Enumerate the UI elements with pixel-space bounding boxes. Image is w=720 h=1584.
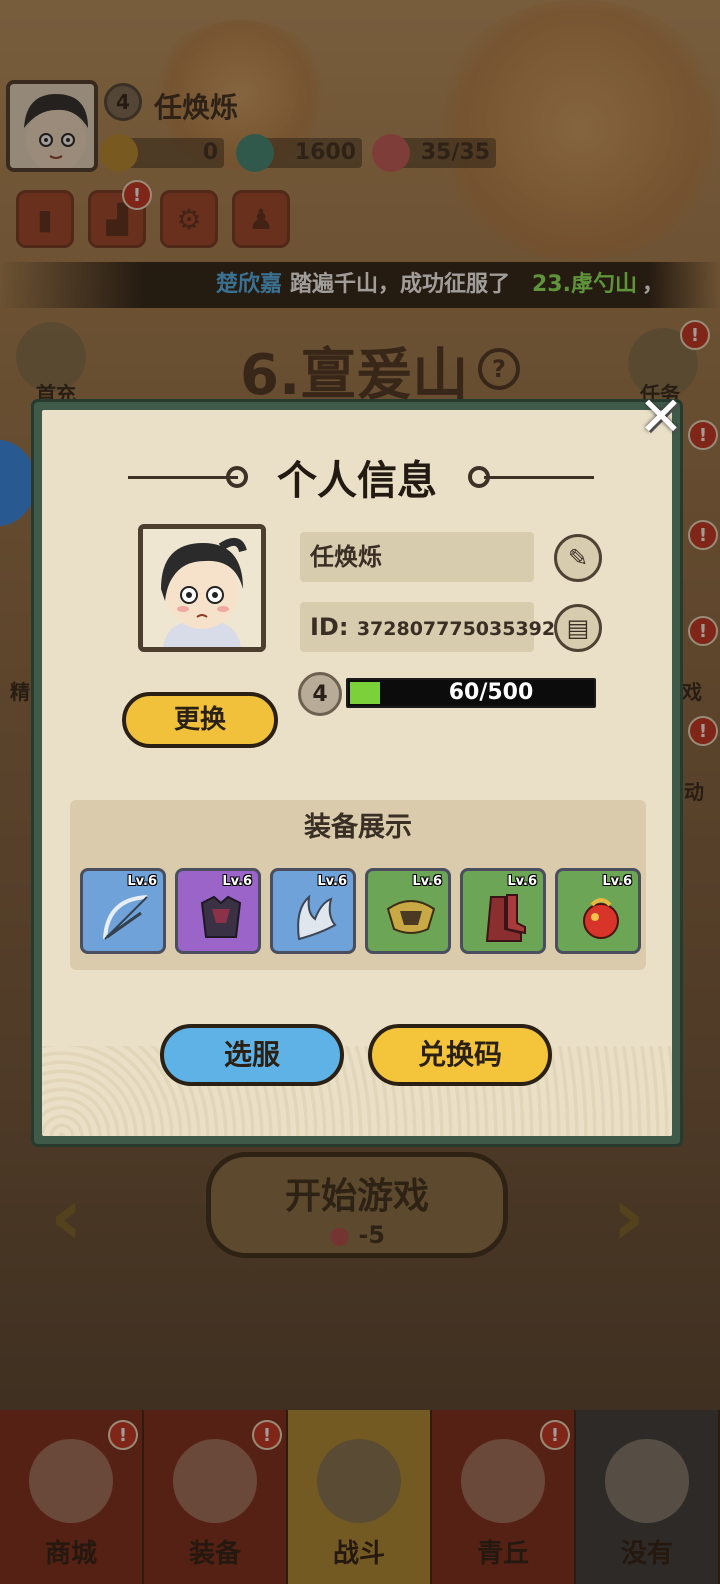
equipment-showcase-title: 装备展示 — [304, 812, 412, 843]
redeem-code-button[interactable]: 兑换码 — [368, 1024, 552, 1086]
edit-name-button[interactable]: ✎ — [554, 534, 602, 582]
profile-level-badge: 4 — [298, 672, 342, 716]
player-id-label: ID: — [310, 613, 349, 641]
pencil-icon: ✎ — [567, 544, 589, 572]
select-server-button[interactable]: 选服 — [160, 1024, 344, 1086]
armor-icon — [200, 895, 242, 938]
player-id-field: ID: 372807775035392 — [300, 602, 555, 652]
player-name-field: 任焕烁 — [300, 532, 534, 582]
equipment-showcase: 装备展示 Lv.6 Lv.6 Lv.6 Lv.6 Lv.6 Lv.6 — [70, 800, 646, 970]
change-avatar-button[interactable]: 更换 — [122, 692, 278, 748]
xp-progress-bar: 60/500 — [346, 678, 596, 708]
orb-icon — [583, 898, 619, 939]
profile-modal-body: 个人信息 更换 任焕烁 ✎ ID: 372807775035392 ▤ 4 60… — [42, 410, 672, 1136]
equipment-level: Lv.6 — [127, 874, 157, 889]
boots-icon — [485, 894, 526, 942]
equipment-level: Lv.6 — [222, 874, 252, 889]
copy-id-button[interactable]: ▤ — [554, 604, 602, 652]
claw-icon — [297, 894, 337, 941]
equipment-slot[interactable]: Lv.6 — [80, 868, 166, 954]
bow-icon — [103, 895, 148, 940]
equipment-slot[interactable]: Lv.6 — [365, 868, 451, 954]
equipment-slot[interactable]: Lv.6 — [555, 868, 641, 954]
equipment-level: Lv.6 — [317, 874, 347, 889]
close-icon[interactable]: ✕ — [634, 390, 688, 444]
equipment-row: Lv.6 Lv.6 Lv.6 Lv.6 Lv.6 Lv.6 — [80, 868, 641, 954]
equipment-level: Lv.6 — [507, 874, 537, 889]
profile-modal: 个人信息 更换 任焕烁 ✎ ID: 372807775035392 ▤ 4 60… — [34, 402, 680, 1144]
equipment-slot[interactable]: Lv.6 — [270, 868, 356, 954]
character-portrait-icon — [143, 529, 261, 647]
title-divider — [484, 476, 594, 479]
player-id-value: 372807775035392 — [356, 618, 556, 640]
wave-pattern-decoration — [42, 1046, 672, 1136]
copy-icon: ▤ — [566, 614, 590, 642]
equipment-slot[interactable]: Lv.6 — [460, 868, 546, 954]
xp-progress-text: 60/500 — [448, 680, 534, 705]
equipment-level: Lv.6 — [412, 874, 442, 889]
equipment-level: Lv.6 — [602, 874, 632, 889]
helmet-icon — [386, 900, 436, 934]
profile-portrait — [138, 524, 266, 652]
equipment-slot[interactable]: Lv.6 — [175, 868, 261, 954]
